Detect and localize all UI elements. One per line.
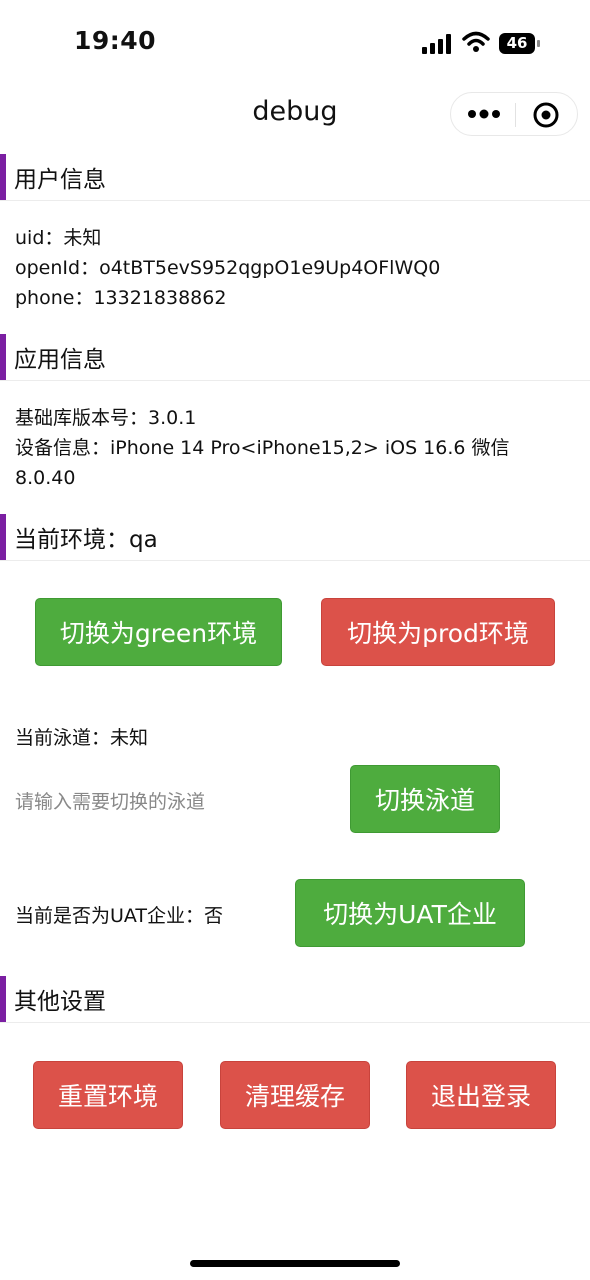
- switch-uat-button[interactable]: 切换为UAT企业: [295, 879, 525, 947]
- phone-text: phone：13321838862: [15, 287, 227, 309]
- app-info-block: 基础库版本号：3.0.1 设备信息：iPhone 14 Pro<iPhone15…: [15, 403, 565, 493]
- status-time: 19:40: [74, 26, 157, 55]
- cellular-signal-icon: [422, 34, 451, 54]
- section-accent-bar: [0, 334, 6, 380]
- device-info-text-cont: 8.0.40: [15, 467, 76, 489]
- home-indicator: [190, 1260, 400, 1267]
- mini-program-capsule: [450, 92, 578, 136]
- battery-icon: 46: [499, 33, 541, 54]
- battery-level: 46: [506, 34, 528, 52]
- section-accent-bar: [0, 514, 6, 560]
- clear-cache-button[interactable]: 清理缓存: [220, 1061, 370, 1129]
- reset-env-button[interactable]: 重置环境: [33, 1061, 183, 1129]
- wifi-icon: [462, 31, 490, 52]
- close-target-icon[interactable]: [533, 102, 559, 128]
- switch-lane-button[interactable]: 切换泳道: [350, 765, 500, 833]
- section-header-current-env: 当前环境：qa: [0, 514, 590, 561]
- section-header-app-info: 应用信息: [0, 334, 590, 381]
- switch-green-env-button[interactable]: 切换为green环境: [35, 598, 282, 666]
- more-icon[interactable]: [467, 104, 501, 124]
- sdk-version-text: 基础库版本号：3.0.1: [15, 407, 197, 429]
- section-accent-bar: [0, 976, 6, 1022]
- openid-text: openId：o4tBT5evS952qgpO1e9Up4OFlWQ0: [15, 257, 441, 279]
- uat-status-text: 当前是否为UAT企业：否: [15, 905, 224, 927]
- current-lane-text: 当前泳道：未知: [15, 727, 149, 749]
- lane-input[interactable]: 请输入需要切换的泳道: [15, 787, 335, 814]
- section-title: 其他设置: [14, 989, 106, 1015]
- switch-prod-env-button[interactable]: 切换为prod环境: [321, 598, 555, 666]
- user-info-block: uid：未知 openId：o4tBT5evS952qgpO1e9Up4OFlW…: [15, 223, 565, 313]
- section-title: 应用信息: [14, 347, 106, 373]
- capsule-divider: [515, 103, 516, 127]
- uid-text: uid：未知: [15, 227, 102, 249]
- section-title: 用户信息: [14, 167, 106, 193]
- section-title: 当前环境：qa: [14, 527, 158, 553]
- logout-button[interactable]: 退出登录: [406, 1061, 556, 1129]
- section-accent-bar: [0, 154, 6, 200]
- section-header-other-settings: 其他设置: [0, 976, 590, 1023]
- section-header-user-info: 用户信息: [0, 154, 590, 201]
- device-info-text: 设备信息：iPhone 14 Pro<iPhone15,2> iOS 16.6 …: [15, 437, 510, 459]
